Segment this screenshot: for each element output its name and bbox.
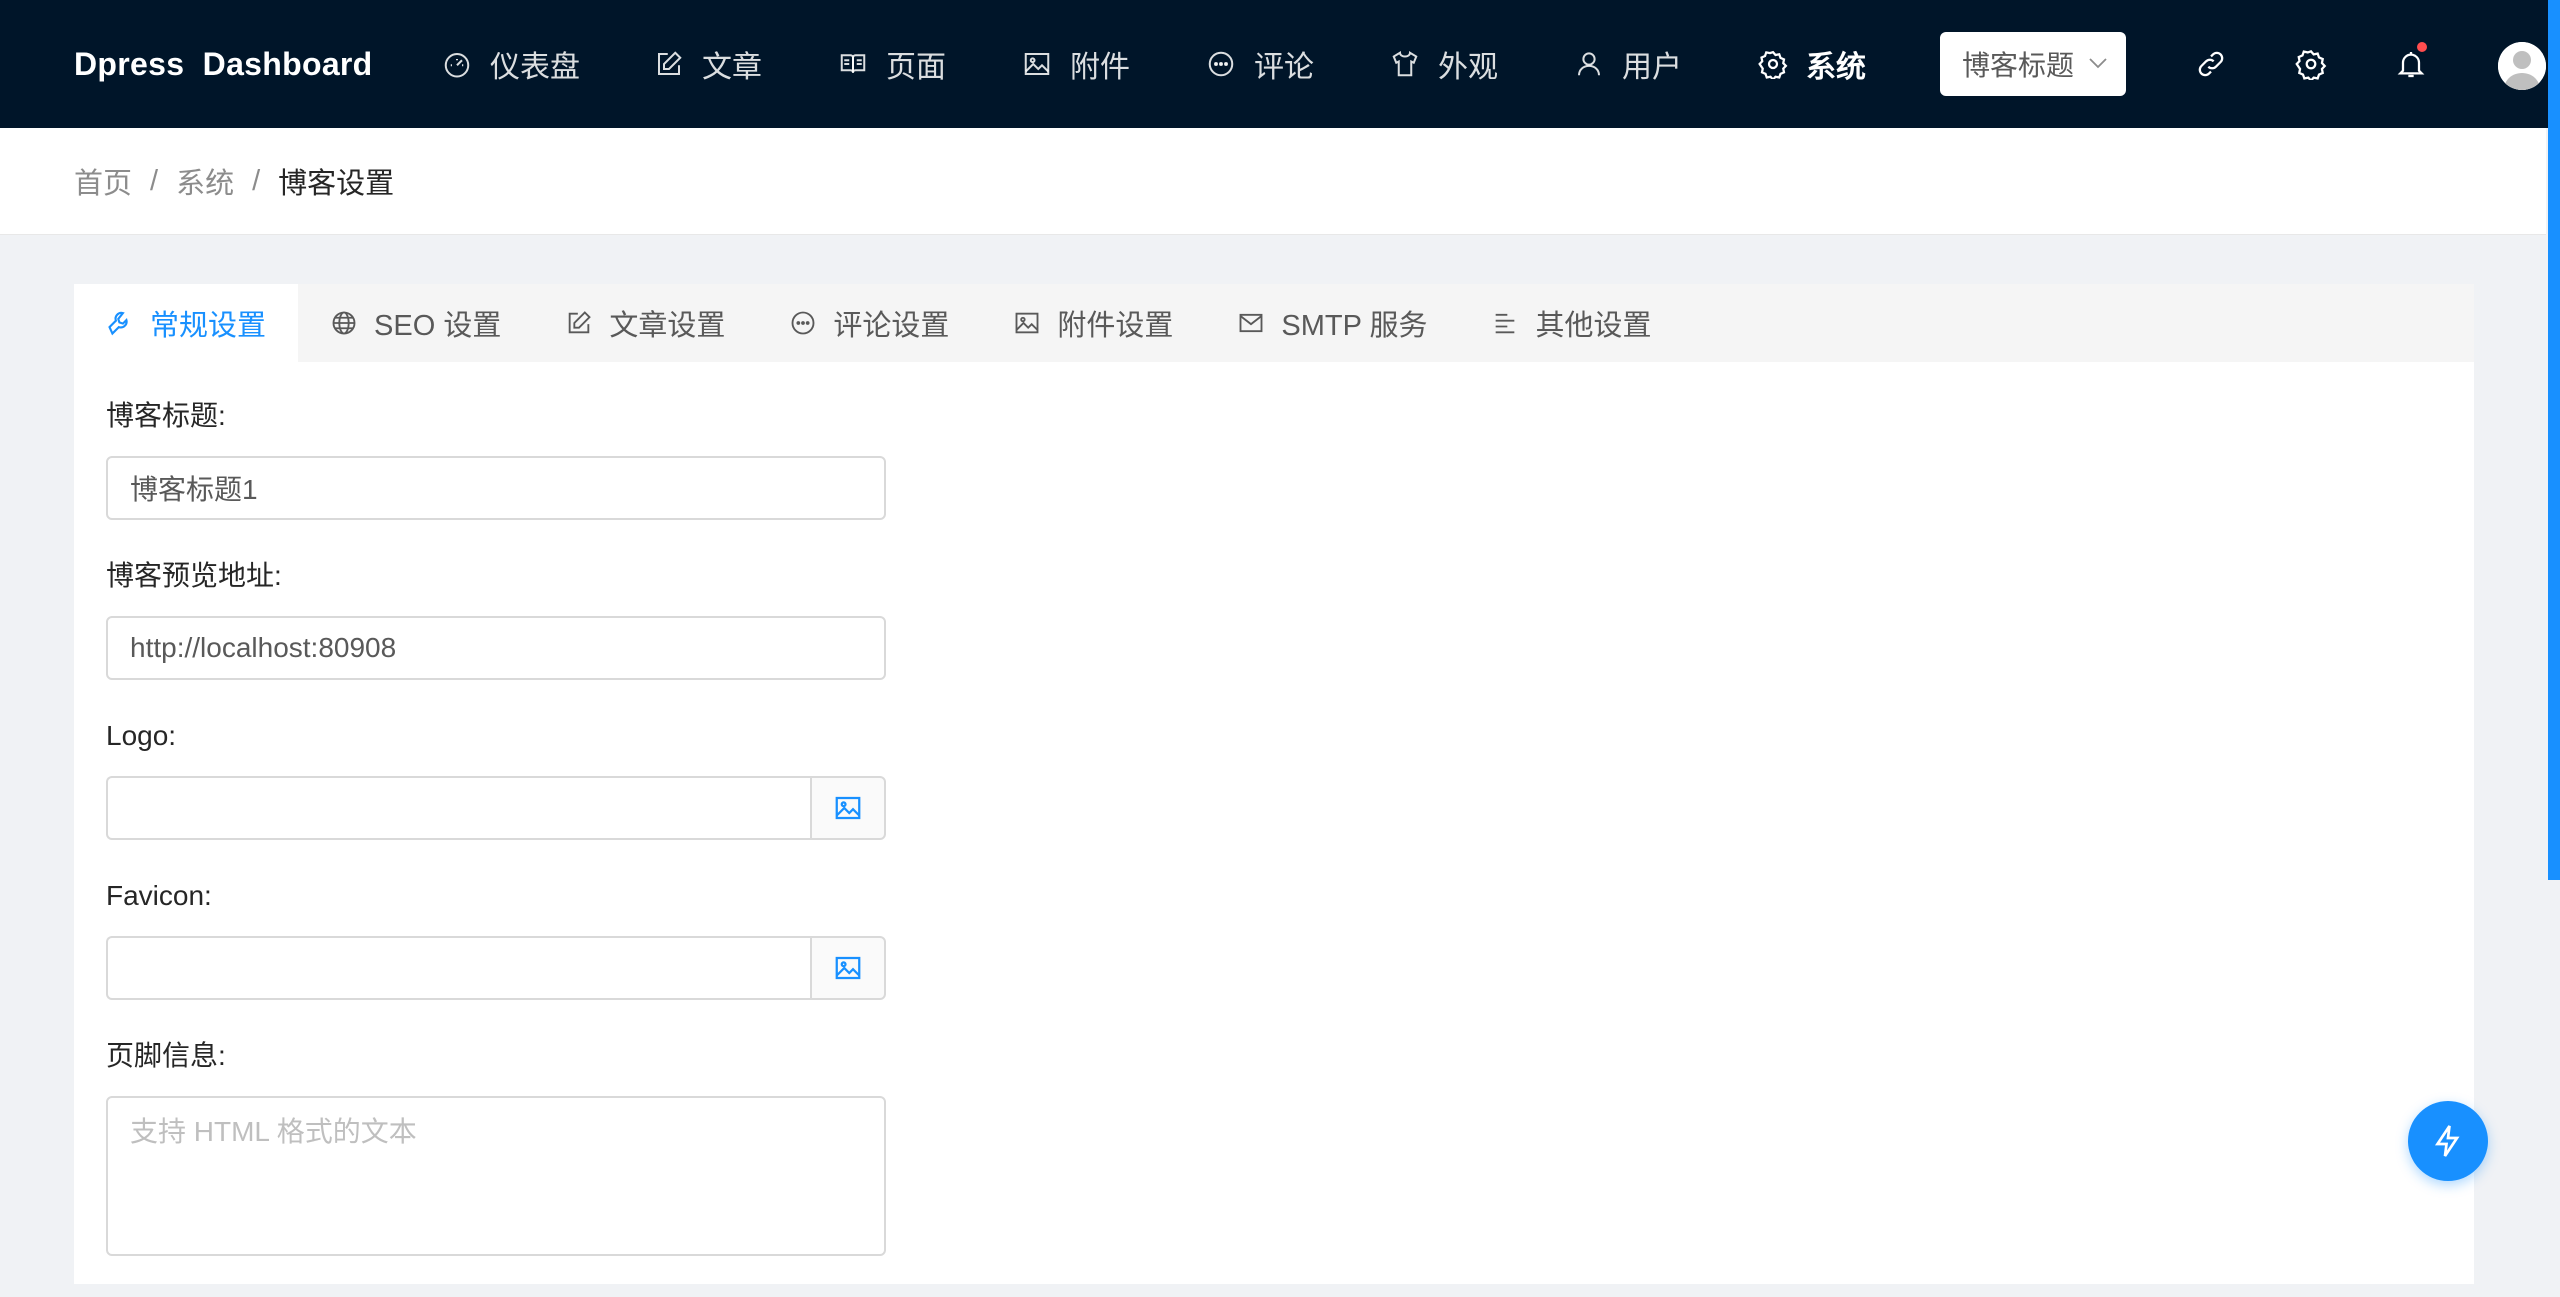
nav-item-attachments[interactable]: 附件 (1022, 0, 1130, 128)
general-settings-form: 博客标题: 博客预览地址: Logo: Favicon: (106, 396, 886, 1297)
nav-item-label: 附件 (1070, 51, 1130, 84)
footer-label: 页脚信息: (106, 1040, 226, 1071)
tab-label: 其他设置 (1535, 310, 1652, 342)
logo-field-group: Logo: (106, 716, 886, 840)
chevron-down-icon (2086, 50, 2110, 74)
tab-seo[interactable]: SEO 设置 (298, 284, 533, 362)
nav-item-pages[interactable]: 页面 (838, 0, 946, 128)
nav-item-label: 文章 (702, 51, 762, 84)
tool-icon (106, 309, 134, 337)
nav-item-system[interactable]: 系统 (1758, 0, 1866, 128)
tab-label: 文章设置 (609, 310, 726, 342)
tab-label: 常规设置 (150, 310, 267, 342)
dashboard-icon (442, 49, 472, 79)
favicon-field-group: Favicon: (106, 876, 886, 1000)
thunderbolt-icon (2434, 1125, 2460, 1157)
edit-icon (654, 49, 684, 79)
global-icon (330, 309, 358, 337)
user-icon (1574, 49, 1604, 79)
picture-icon (1022, 49, 1052, 79)
quick-action-button[interactable] (2408, 1101, 2488, 1181)
nav-item-label: 系统 (1806, 51, 1866, 84)
top-navbar: Dpress Dashboard 仪表盘 文章 页面 附件 评论 外观 用户 系… (0, 0, 2560, 128)
logo-picker-button[interactable] (810, 776, 886, 840)
nav-item-users[interactable]: 用户 (1574, 0, 1682, 128)
logo-input-group (106, 776, 886, 840)
blog-select-value: 博客标题 (1962, 50, 2075, 81)
nav-item-label: 仪表盘 (490, 51, 580, 84)
nav-item-appearance[interactable]: 外观 (1390, 0, 1498, 128)
nav-item-label: 用户 (1622, 51, 1682, 84)
mail-icon (1237, 309, 1265, 337)
tab-other[interactable]: 其他设置 (1459, 284, 1683, 362)
notification-bell-icon[interactable] (2393, 40, 2429, 82)
favicon-input[interactable] (106, 936, 810, 1000)
breadcrumb-separator: / (252, 164, 261, 197)
tab-smtp[interactable]: SMTP 服务 (1205, 284, 1459, 362)
blog-title-field-group: 博客标题: (106, 396, 886, 520)
logo-label: Logo: (106, 720, 177, 751)
nav-item-dashboard[interactable]: 仪表盘 (442, 0, 580, 128)
breadcrumb: 首页 / 系统 / 博客设置 (0, 128, 2546, 235)
favicon-label: Favicon: (106, 880, 212, 911)
picture-icon (835, 956, 861, 980)
footer-textarea[interactable] (106, 1096, 886, 1256)
blog-title-label: 博客标题: (106, 400, 226, 431)
breadcrumb-home[interactable]: 首页 (74, 160, 132, 202)
avatar[interactable] (2498, 42, 2546, 90)
picture-icon (835, 796, 861, 820)
tab-general[interactable]: 常规设置 (74, 284, 299, 362)
edit-icon (565, 309, 593, 337)
align-left-icon (1491, 309, 1519, 337)
picture-icon (1013, 309, 1041, 337)
tab-label: 附件设置 (1057, 310, 1174, 342)
setting-icon (1758, 49, 1788, 79)
link-icon[interactable] (2193, 46, 2229, 82)
footer-field-group: 页脚信息: (106, 1036, 886, 1261)
blog-title-input[interactable] (106, 456, 886, 520)
comment-icon (789, 309, 817, 337)
settings-icon[interactable] (2293, 46, 2329, 82)
tab-label: 评论设置 (833, 310, 950, 342)
breadcrumb-separator: / (150, 164, 159, 197)
favicon-input-group (106, 936, 886, 1000)
tab-label: SEO 设置 (374, 310, 502, 342)
nav-item-comments[interactable]: 评论 (1206, 0, 1314, 128)
brand-logo-text[interactable]: Dpress Dashboard (74, 0, 373, 128)
book-icon (838, 49, 868, 79)
settings-card: 常规设置 SEO 设置 文章设置 评论设置 附件设置 SMTP 服务 其他设置 … (74, 284, 2474, 1284)
nav-item-posts[interactable]: 文章 (654, 0, 762, 128)
nav-item-label: 页面 (886, 51, 946, 84)
tab-label: SMTP 服务 (1281, 310, 1428, 342)
notification-badge-dot (2415, 40, 2429, 54)
nav-item-label: 外观 (1438, 51, 1498, 84)
nav-item-label: 评论 (1254, 51, 1314, 84)
comment-icon (1206, 49, 1236, 79)
blog-url-field-group: 博客预览地址: (106, 556, 886, 680)
breadcrumb-current: 博客设置 (278, 168, 395, 200)
page-scrollbar[interactable] (2548, 0, 2560, 1240)
favicon-picker-button[interactable] (810, 936, 886, 1000)
breadcrumb-system[interactable]: 系统 (176, 160, 234, 202)
scrollbar-thumb[interactable] (2548, 0, 2560, 880)
blog-select-dropdown[interactable]: 博客标题 (1940, 32, 2126, 96)
tab-attachments[interactable]: 附件设置 (981, 284, 1205, 362)
logo-input[interactable] (106, 776, 810, 840)
skin-icon (1390, 49, 1420, 79)
settings-tabs: 常规设置 SEO 设置 文章设置 评论设置 附件设置 SMTP 服务 其他设置 (74, 284, 2474, 362)
blog-url-label: 博客预览地址: (106, 560, 282, 591)
blog-url-input[interactable] (106, 616, 886, 680)
tab-posts[interactable]: 文章设置 (533, 284, 757, 362)
tab-comments[interactable]: 评论设置 (757, 284, 981, 362)
